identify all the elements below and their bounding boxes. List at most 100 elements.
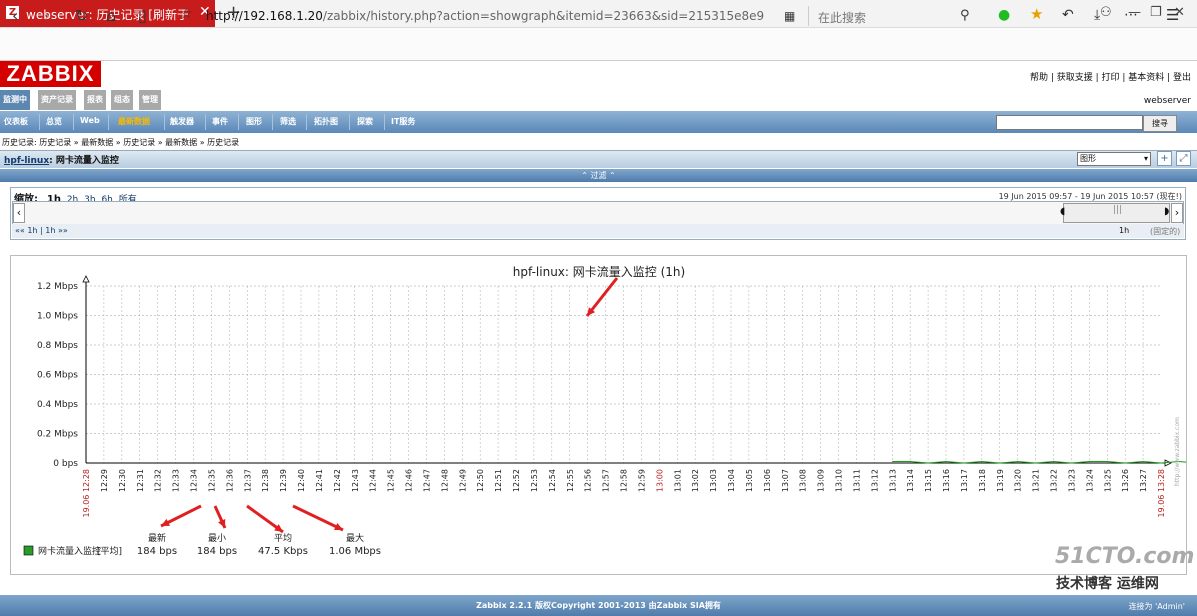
thumb-left-handle-icon[interactable]: ◖	[1060, 206, 1065, 217]
home-icon[interactable]: ⌂	[106, 6, 116, 25]
restore-button[interactable]: ❐	[1150, 5, 1162, 20]
menu-icon[interactable]: ☰	[1166, 6, 1179, 24]
thumb-right-handle-icon[interactable]: ◗	[1164, 206, 1169, 217]
add-icon[interactable]: +	[1157, 151, 1172, 166]
timeline-scrollbar[interactable]	[12, 201, 1184, 225]
bookmark-star-icon[interactable]: ☆	[180, 6, 193, 22]
x-start-label: 19.06 12:28	[82, 469, 91, 518]
graph-type-select[interactable]: 图形 ▾	[1077, 152, 1151, 166]
submenu-maps[interactable]: 拓扑图	[314, 116, 338, 127]
x-tick-label: 12:57	[602, 469, 611, 492]
reload-icon[interactable]: ↻	[75, 6, 88, 25]
x-tick-label: 13:07	[781, 469, 790, 492]
reader-icon[interactable]: ▯	[138, 6, 147, 25]
legend-value: 184 bps	[137, 546, 177, 557]
submenu-overview[interactable]: 总览	[46, 116, 62, 127]
menu-inventory[interactable]: 资产记录	[38, 90, 76, 110]
x-tick-label: 12:52	[512, 469, 521, 492]
y-tick-label: 0.8 Mbps	[37, 341, 78, 351]
x-tick-label: 13:22	[1050, 469, 1059, 492]
history-breadcrumb[interactable]: 历史记录: 历史记录 » 最新数据 » 历史记录 » 最新数据 » 历史记录	[2, 137, 239, 148]
submenu-latest-data[interactable]: 最新数据	[118, 116, 150, 127]
divider	[384, 114, 385, 130]
x-tick-label: 13:16	[942, 469, 951, 492]
user-icon[interactable]: ⚇	[1100, 5, 1112, 20]
x-end-label: 19.06 13:28	[1157, 469, 1166, 518]
menu-monitoring[interactable]: 监测中	[0, 90, 30, 110]
x-tick-label: 13:10	[835, 469, 844, 492]
y-tick-label: 1.0 Mbps	[37, 312, 78, 322]
top-links[interactable]: 帮助 | 获取支援 | 打印 | 基本资料 | 登出	[1030, 70, 1191, 83]
scroll-right-icon[interactable]: ›	[1171, 203, 1183, 223]
x-tick-label: 13:08	[799, 469, 808, 492]
divider	[272, 114, 273, 130]
download-icon[interactable]: ⤓	[1094, 7, 1100, 23]
submenu-dashboard[interactable]: 仪表板	[4, 116, 28, 127]
x-tick-label: 12:59	[637, 469, 646, 492]
menu-configuration[interactable]: 组态	[111, 90, 133, 110]
x-tick-label: 12:30	[118, 469, 127, 492]
x-tick-label: 12:40	[297, 469, 306, 492]
zabbix-search-input[interactable]	[996, 115, 1143, 130]
divider	[238, 114, 239, 130]
favorites-icon[interactable]: ★	[1030, 5, 1043, 23]
x-tick-label: 13:20	[1014, 469, 1023, 492]
menu-administration[interactable]: 管理	[139, 90, 161, 110]
back-icon[interactable]: ‹	[12, 6, 18, 25]
connected-user: 连接为 'Admin'	[1128, 602, 1185, 611]
x-tick-label: 13:13	[888, 469, 897, 492]
x-tick-label: 12:58	[620, 469, 629, 492]
x-tick-label: 12:29	[100, 469, 109, 492]
chat-icon[interactable]: ●	[998, 7, 1010, 23]
more-icon[interactable]: ⋯	[1124, 7, 1138, 23]
search-icon[interactable]: ⚲	[960, 8, 970, 23]
x-tick-label: 13:27	[1139, 469, 1148, 492]
submenu-screens[interactable]: 筛选	[280, 116, 296, 127]
forward-icon[interactable]: ›	[44, 6, 50, 25]
address-bar[interactable]: http://192.168.1.20/zabbix/history.php?a…	[206, 9, 764, 23]
browser-search-input[interactable]: 在此搜索	[818, 9, 866, 26]
legend-value: 1.06 Mbps	[329, 546, 381, 557]
legend-header: 最大	[346, 532, 364, 544]
x-tick-label: 13:15	[924, 469, 933, 492]
period-nav[interactable]: «« 1h | 1h »»	[15, 226, 68, 235]
x-tick-label: 13:00	[655, 469, 664, 492]
y-tick-label: 0.2 Mbps	[37, 430, 78, 440]
host-link[interactable]: hpf-linux	[4, 156, 49, 166]
x-tick-label: 13:23	[1067, 469, 1076, 492]
host-label: webserver	[1143, 96, 1191, 106]
url-path: /zabbix/history.php?action=showgraph&ite…	[322, 9, 765, 23]
x-tick-label: 12:45	[387, 469, 396, 492]
x-tick-label: 13:05	[745, 469, 754, 492]
x-tick-label: 13:06	[763, 469, 772, 492]
qr-icon[interactable]: ▦	[784, 9, 795, 23]
x-tick-label: 13:01	[673, 469, 682, 492]
undo-icon[interactable]: ↶	[1062, 7, 1074, 23]
fixed-toggle[interactable]: (固定的)	[1150, 226, 1180, 237]
search-button[interactable]: 搜寻	[1143, 115, 1177, 132]
x-tick-label: 12:38	[261, 469, 270, 492]
submenu-graphs[interactable]: 图形	[246, 116, 262, 127]
fullscreen-icon[interactable]: ⤢	[1176, 151, 1191, 166]
x-tick-label: 12:56	[584, 469, 593, 492]
legend-header: 最小	[208, 533, 226, 544]
x-tick-label: 12:53	[530, 469, 539, 492]
zabbix-logo: ZABBIX	[0, 61, 101, 87]
submenu-web[interactable]: Web	[80, 116, 100, 125]
divider	[205, 114, 206, 130]
legend-kind: [平均]	[97, 545, 122, 557]
grip-icon[interactable]: |||	[1113, 205, 1122, 215]
filter-bar[interactable]: ⌃ 过滤 ⌃	[0, 169, 1197, 182]
submenu-it-services[interactable]: IT服务	[391, 116, 415, 127]
submenu-events[interactable]: 事件	[212, 116, 228, 127]
title-bar	[0, 150, 1197, 168]
divider	[808, 6, 809, 26]
submenu-discovery[interactable]: 探索	[357, 116, 373, 127]
scroll-left-icon[interactable]: ‹	[13, 203, 25, 223]
url-host: http://192.168.1.20	[206, 9, 323, 23]
y-tick-label: 1.2 Mbps	[37, 282, 78, 292]
menu-reports[interactable]: 报表	[84, 90, 106, 110]
submenu-triggers[interactable]: 触发器	[170, 116, 194, 127]
x-tick-label: 12:34	[190, 469, 199, 492]
x-tick-label: 13:24	[1085, 469, 1094, 492]
